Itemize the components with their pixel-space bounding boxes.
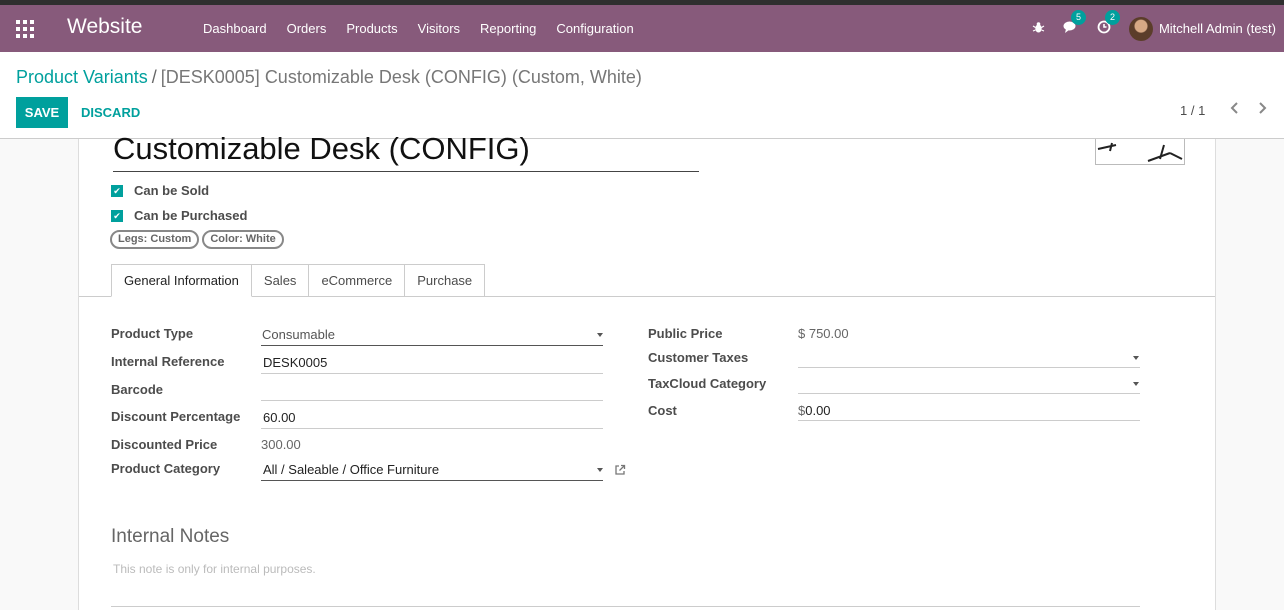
product-category-dropdown-icon[interactable] [597, 468, 603, 472]
product-type-dropdown-icon[interactable] [597, 333, 603, 337]
breadcrumb-product-variants[interactable]: Product Variants [16, 67, 148, 87]
can-be-purchased-checkbox[interactable]: ✔ [111, 209, 123, 222]
activities-clock-icon[interactable]: 2 [1097, 10, 1120, 37]
internal-reference-input[interactable]: DESK0005 [263, 355, 327, 370]
can-be-sold-checkbox[interactable]: ✔ [111, 184, 123, 197]
cost-value: 0.00 [805, 403, 831, 418]
discounted-price-label: Discounted Price [111, 437, 218, 452]
public-price-value: $ 750.00 [798, 326, 849, 341]
product-type-select[interactable]: Consumable [262, 327, 335, 342]
external-link-icon[interactable] [614, 464, 626, 476]
menu-dashboard[interactable]: Dashboard [193, 5, 277, 52]
top-navbar: Website Dashboard Orders Products Visito… [0, 0, 1284, 52]
discount-percentage-label: Discount Percentage [111, 409, 241, 424]
form-sheet: Customizable Desk (CONFIG) ✔ Can be Sold… [78, 131, 1216, 610]
customer-taxes-underline [798, 367, 1140, 368]
save-button[interactable]: SAVE [16, 97, 68, 128]
menu-products[interactable]: Products [336, 5, 407, 52]
cost-underline [798, 420, 1140, 421]
internal-notes-textarea[interactable]: This note is only for internal purposes. [113, 562, 316, 576]
can-be-purchased-label: Can be Purchased [134, 208, 248, 223]
cost-label: Cost [648, 403, 677, 418]
menu-configuration[interactable]: Configuration [546, 5, 643, 52]
user-name: Mitchell Admin (test) [1158, 21, 1276, 36]
tab-ecommerce[interactable]: eCommerce [309, 264, 406, 297]
attribute-tag-color: Color: White [202, 230, 284, 249]
taxcloud-category-dropdown-icon[interactable] [1133, 382, 1139, 386]
discounted-price-value: 300.00 [261, 437, 301, 452]
pager-previous-icon[interactable] [1230, 101, 1240, 120]
product-category-underline [261, 480, 603, 481]
cost-input[interactable]: $0.00 [798, 403, 831, 418]
product-category-label: Product Category [111, 461, 221, 476]
barcode-underline [261, 400, 603, 401]
tab-sales[interactable]: Sales [251, 264, 310, 297]
internal-notes-title: Internal Notes [111, 526, 230, 547]
product-name-field[interactable]: Customizable Desk (CONFIG) [113, 131, 699, 172]
systray: 5 2 Mitchell Admin (test) [1032, 5, 1284, 52]
breadcrumb-separator: / [151, 67, 157, 87]
apps-menu-icon[interactable] [16, 20, 34, 38]
product-category-select[interactable]: All / Saleable / Office Furniture [263, 462, 439, 477]
customer-taxes-label: Customer Taxes [648, 350, 749, 365]
discount-percentage-underline [261, 428, 603, 429]
public-price-label: Public Price [648, 326, 723, 341]
activities-count-badge: 2 [1104, 10, 1120, 25]
app-brand[interactable]: Website [67, 15, 142, 39]
can-be-sold-row[interactable]: ✔ Can be Sold [111, 183, 209, 198]
pager-next-icon[interactable] [1257, 101, 1267, 120]
main-menu: Dashboard Orders Products Visitors Repor… [193, 5, 644, 52]
user-menu[interactable]: Mitchell Admin (test) [1128, 16, 1276, 41]
barcode-label: Barcode [111, 382, 164, 397]
taxcloud-category-label: TaxCloud Category [648, 376, 767, 391]
internal-reference-underline [261, 373, 603, 374]
menu-visitors[interactable]: Visitors [408, 5, 470, 52]
menu-reporting[interactable]: Reporting [470, 5, 546, 52]
attribute-tag-legs: Legs: Custom [110, 230, 200, 249]
can-be-purchased-row[interactable]: ✔ Can be Purchased [111, 208, 247, 223]
user-avatar [1128, 16, 1153, 41]
internal-notes-underline [111, 606, 1140, 607]
breadcrumb-current-record: [DESK0005] Customizable Desk (CONFIG) (C… [160, 67, 642, 87]
product-type-underline [261, 345, 603, 346]
messages-count-badge: 5 [1070, 10, 1086, 25]
can-be-sold-label: Can be Sold [134, 183, 210, 198]
internal-reference-label: Internal Reference [111, 354, 225, 369]
debug-bug-icon[interactable] [1032, 21, 1045, 37]
attribute-tags: Legs: Custom Color: White [110, 230, 287, 249]
pager-value[interactable]: 1 / 1 [1180, 103, 1205, 118]
messages-chat-icon[interactable]: 5 [1063, 10, 1086, 37]
form-tabs: General Information Sales eCommerce Purc… [111, 264, 486, 297]
product-type-label: Product Type [111, 326, 194, 341]
breadcrumb: Product Variants / [DESK0005] Customizable… [16, 67, 642, 88]
taxcloud-category-underline [798, 393, 1140, 394]
discard-button[interactable]: DISCARD [81, 97, 140, 128]
control-panel: Product Variants / [DESK0005] Customizable… [0, 52, 1284, 139]
product-image[interactable] [1095, 139, 1185, 165]
tab-purchase[interactable]: Purchase [405, 264, 486, 297]
tab-general-information[interactable]: General Information [111, 264, 252, 297]
discount-percentage-input[interactable]: 60.00 [263, 410, 296, 425]
customer-taxes-dropdown-icon[interactable] [1133, 356, 1139, 360]
menu-orders[interactable]: Orders [277, 5, 337, 52]
